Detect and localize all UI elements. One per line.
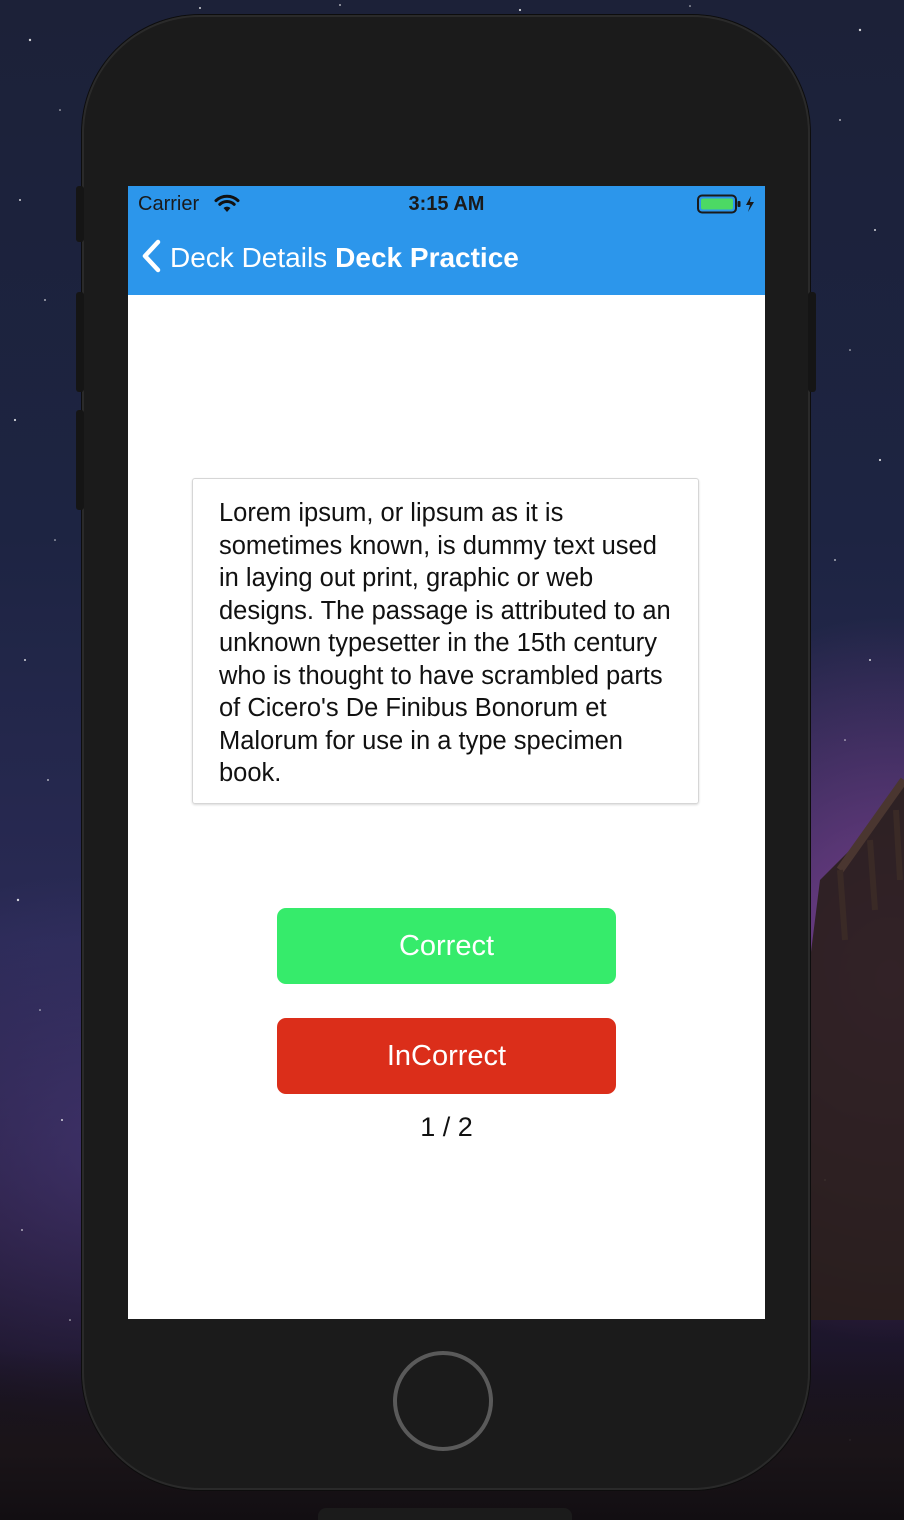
stand-base [318,1508,572,1520]
incorrect-button[interactable]: InCorrect [277,1018,616,1094]
flashcard-text: Lorem ipsum, or lipsum as it is sometime… [219,499,671,787]
back-button-label: Deck Details [170,242,328,273]
status-time: 3:15 AM [408,193,485,215]
correct-button-label: Correct [398,929,495,962]
flashcard[interactable]: Lorem ipsum, or lipsum as it is sometime… [192,478,699,804]
boat-silhouette [808,777,904,1320]
incorrect-button-label: InCorrect [386,1039,507,1072]
battery-icon [697,194,759,219]
home-button[interactable] [393,1351,493,1451]
status-bar: Carrier 3:15 AM [128,186,765,222]
navigation-bar: Carrier 3:15 AM Deck Details Deck Practi… [128,186,765,295]
phone-power-button [808,292,816,392]
phone-volume-down [76,410,84,510]
phone-volume-up [76,292,84,392]
app-screen: Carrier 3:15 AM Deck Details Deck Practi… [128,186,765,1319]
page-title: Deck Practice [335,242,519,273]
progress-counter: 1 / 2 [420,1112,473,1142]
correct-button[interactable]: Correct [277,908,616,984]
chevron-left-icon [140,239,162,278]
phone-mute-switch [76,186,84,242]
back-button[interactable]: Deck Details Deck Practice [140,239,519,278]
